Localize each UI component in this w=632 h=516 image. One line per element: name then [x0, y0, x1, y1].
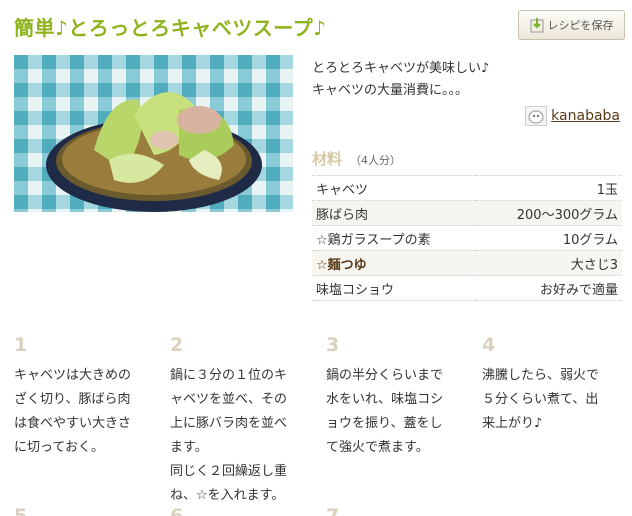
ingredients-title: 材料 [312, 150, 343, 168]
save-icon [530, 17, 544, 33]
author-name[interactable]: kanababa [551, 108, 620, 124]
ingredient-row: ☆麺つゆ 大さじ3 [312, 250, 622, 276]
step-1: 1 キャベツは大きめの ざく切り、豚ばら肉 は食べやすい大きさ に切っておく。 [14, 334, 142, 460]
save-recipe-label: レシピを保存 [547, 19, 614, 32]
step-text: キャベツは大きめの ざく切り、豚ばら肉 は食べやすい大きさ に切っておく。 [14, 368, 132, 455]
ingredient-name: 味塩コショウ [312, 275, 476, 301]
step-number: 4 [482, 334, 496, 356]
step-text: 鍋に３分の１位のキ ャベツを並べ、その 上に豚バラ肉を並べ ます。 同じく２回繰… [170, 368, 288, 503]
recipe-description: とろとろキャベツが美味しい♪ キャベツの大量消費に。。。 [312, 58, 489, 102]
step-5-number: 5 [14, 505, 28, 516]
servings: （4人分） [350, 154, 402, 167]
ingredient-row: 豚ばら肉 200〜300グラム [312, 200, 622, 226]
step-2: 2 鍋に３分の１位のキ ャベツを並べ、その 上に豚バラ肉を並べ ます。 同じく２… [170, 334, 298, 508]
author-link[interactable]: kanababa [525, 106, 620, 126]
step-3: 3 鍋の半分くらいまで 水をいれ、味塩コシ ョウを振り、蓋をし て強火で煮ます。 [326, 334, 454, 460]
ingredient-name: ☆鶏ガラスープの素 [312, 225, 476, 251]
step-7-number: 7 [326, 505, 340, 516]
save-recipe-button[interactable]: レシピを保存 [518, 10, 625, 40]
step-6-number: 6 [170, 505, 184, 516]
ingredient-name: キャベツ [312, 175, 476, 201]
ingredient-name-link[interactable]: ☆麺つゆ [312, 250, 476, 276]
description-line: とろとろキャベツが美味しい♪ [312, 61, 490, 76]
ingredient-qty: お好みで適量 [475, 275, 622, 301]
description-line: キャベツの大量消費に。。。 [312, 83, 469, 98]
step-text: 鍋の半分くらいまで 水をいれ、味塩コシ ョウを振り、蓋をし て強火で煮ます。 [326, 368, 444, 455]
ingredient-qty: 200〜300グラム [475, 200, 622, 226]
step-4: 4 沸騰したら、弱火で ５分くらい煮て、出 来上がり♪ [482, 334, 610, 436]
ingredients-table: キャベツ 1玉 豚ばら肉 200〜300グラム ☆鶏ガラスープの素 10グラム … [312, 175, 622, 301]
avatar [525, 106, 548, 126]
ingredient-qty: 大さじ3 [475, 250, 622, 276]
ingredient-row: キャベツ 1玉 [312, 175, 622, 201]
step-text: 沸騰したら、弱火で ５分くらい煮て、出 来上がり♪ [482, 368, 600, 431]
ingredient-row: 味塩コショウ お好みで適量 [312, 275, 622, 301]
ingredient-row: ☆鶏ガラスープの素 10グラム [312, 225, 622, 251]
step-number: 2 [170, 334, 184, 356]
step-number: 3 [326, 334, 340, 356]
recipe-photo [14, 55, 293, 212]
step-number: 1 [14, 334, 28, 356]
ingredients-heading: 材料 （4人分） [312, 148, 401, 169]
ingredient-qty: 10グラム [475, 225, 622, 251]
recipe-title: 簡単♪とろっとろキャベツスープ♪ [14, 16, 327, 40]
ingredient-name: 豚ばら肉 [312, 200, 476, 226]
ingredient-qty: 1玉 [475, 175, 622, 201]
